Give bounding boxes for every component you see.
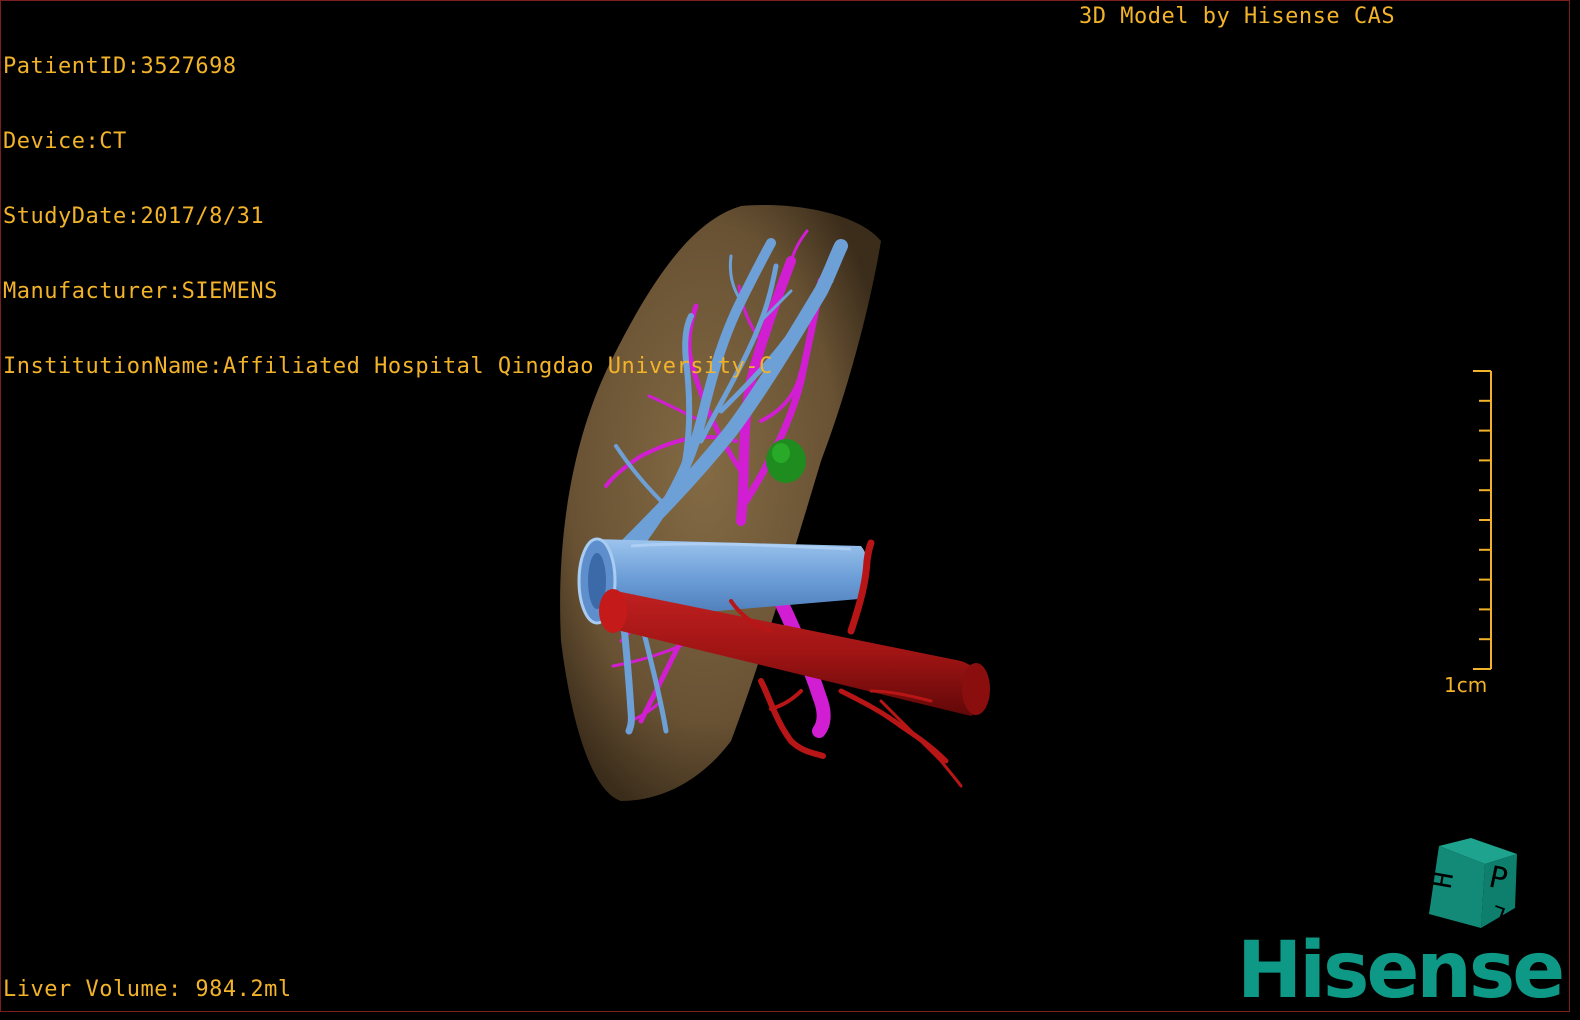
patient-info-overlay: PatientID:3527698 Device:CT StudyDate:20… — [3, 4, 773, 429]
liver-volume-text: Liver Volume: 984.2ml — [3, 977, 292, 1002]
patient-id-text: PatientID:3527698 — [3, 54, 237, 79]
institution-text: InstitutionName:Affiliated Hospital Qing… — [3, 354, 773, 379]
device-text: Device:CT — [3, 129, 127, 154]
scale-bar — [1473, 370, 1492, 670]
hisense-logo: Hisense — [1237, 926, 1565, 1012]
study-date-text: StudyDate:2017/8/31 — [3, 204, 265, 229]
manufacturer-text: Manufacturer:SIEMENS — [3, 279, 278, 304]
model-credit-text: 3D Model by Hisense CAS — [1079, 4, 1396, 29]
orientation-cube[interactable]: H P L — [1419, 836, 1524, 936]
3d-viewport[interactable]: PatientID:3527698 Device:CT StudyDate:20… — [0, 0, 1570, 1012]
scale-label: 1cm — [1444, 673, 1488, 697]
